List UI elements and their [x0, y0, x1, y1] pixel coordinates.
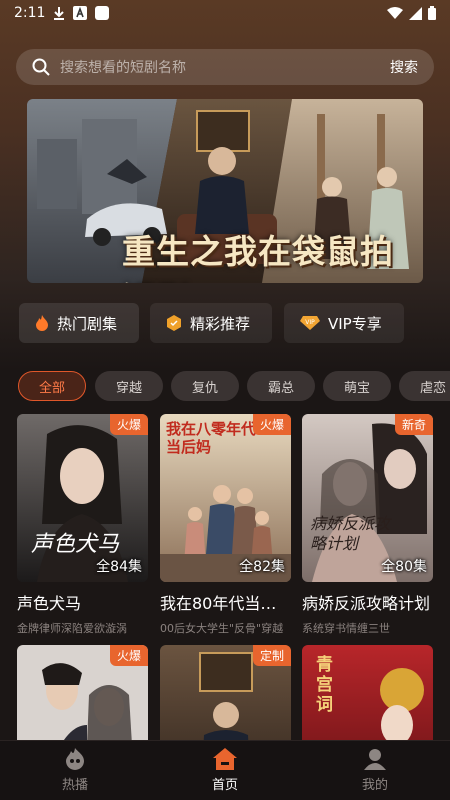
drama-description: 系统穿书情缠三世: [302, 622, 390, 635]
drama-title: 声色犬马: [17, 594, 82, 613]
nav-profile[interactable]: 我的: [300, 741, 450, 800]
status-time: 2:11: [14, 5, 46, 21]
episode-count: 全84集: [96, 559, 142, 575]
app-square-icon: [95, 6, 110, 20]
filter-tab-cute-baby[interactable]: 萌宝: [323, 371, 391, 401]
drama-card[interactable]: 病娇反派攻略计划 新奇 全80集 病娇反派攻略计划 系统穿书情缠三世: [302, 414, 433, 636]
signal-icon: [409, 6, 422, 20]
home-icon: [213, 748, 237, 770]
nav-trending[interactable]: 热播: [0, 741, 150, 800]
nav-label: 热播: [61, 778, 88, 793]
download-icon: [53, 6, 65, 20]
category-recommended[interactable]: 精彩推荐: [150, 303, 272, 343]
genre-filter-bar: 全部 穿越 复仇 霸总 萌宝 虐恋: [0, 371, 450, 401]
drama-description: 金牌律师深陷爱欲漩涡: [17, 622, 127, 635]
nav-home[interactable]: 首页: [150, 741, 300, 800]
category-label: 精彩推荐: [190, 314, 251, 333]
new-badge: 新奇: [394, 414, 433, 435]
drama-title: 病娇反派攻略计划: [302, 594, 431, 613]
drama-card[interactable]: 声色犬马 火爆 全84集 声色犬马 金牌律师深陷爱欲漩涡: [17, 414, 148, 636]
status-bar: 2:11: [0, 0, 450, 26]
drama-poster: 病娇反派攻略计划 新奇 全80集: [302, 414, 433, 582]
category-vip[interactable]: VIP VIP专享: [284, 303, 404, 343]
hot-badge: 火爆: [109, 414, 148, 435]
user-icon: [364, 748, 386, 770]
drama-description: 00后女大学生"反骨"穿越: [160, 622, 284, 635]
search-input[interactable]: 搜索想看的短剧名称: [60, 57, 390, 77]
category-label: VIP专享: [328, 314, 382, 333]
bottom-navigation: 热播 首页 我的: [0, 740, 450, 800]
poster-title-art: 我在八零年代当后妈: [166, 420, 257, 456]
poster-title-art: 病娇反派攻略计划: [310, 514, 391, 553]
filter-tab-all[interactable]: 全部: [18, 371, 86, 401]
drama-card[interactable]: 我在八零年代当后妈 火爆 全82集 我在80年代当后妈 00后女大学生"反骨"穿…: [160, 414, 291, 636]
fire-person-icon: [63, 748, 87, 770]
featured-banner[interactable]: 重生之我在袋鼠拍短剧: [27, 99, 423, 283]
app-a-icon: [73, 6, 88, 20]
category-label: 热门剧集: [57, 314, 118, 333]
filter-tab-tragic-love[interactable]: 虐恋: [399, 371, 450, 401]
wifi-icon: [387, 7, 403, 19]
flame-icon: [35, 315, 49, 331]
nav-label: 首页: [211, 778, 238, 793]
nav-label: 我的: [361, 778, 388, 793]
custom-badge: 定制: [252, 645, 291, 666]
drama-poster: 声色犬马 火爆 全84集: [17, 414, 148, 582]
filter-tab-time-travel[interactable]: 穿越: [95, 371, 163, 401]
filter-tab-revenge[interactable]: 复仇: [171, 371, 239, 401]
hot-badge: 火爆: [252, 414, 291, 435]
search-bar[interactable]: 搜索想看的短剧名称 搜索: [16, 49, 434, 85]
drama-title: 我在80年代当后妈: [160, 594, 291, 613]
category-hot-series[interactable]: 热门剧集: [19, 303, 139, 343]
poster-title-art: 青宫词: [316, 655, 333, 715]
episode-count: 全82集: [239, 559, 285, 575]
battery-icon: [428, 6, 436, 20]
medal-icon: [166, 315, 182, 331]
drama-poster: 我在八零年代当后妈 火爆 全82集: [160, 414, 291, 582]
episode-count: 全80集: [381, 559, 427, 575]
hot-badge: 火爆: [109, 645, 148, 666]
search-icon: [32, 58, 50, 76]
poster-title-art: 声色犬马: [31, 532, 120, 557]
vip-diamond-icon: VIP: [300, 316, 320, 330]
banner-title: 重生之我在袋鼠拍短剧: [122, 232, 394, 283]
svg-text:VIP: VIP: [305, 319, 315, 326]
filter-tab-ceo[interactable]: 霸总: [247, 371, 315, 401]
search-button[interactable]: 搜索: [390, 57, 418, 77]
